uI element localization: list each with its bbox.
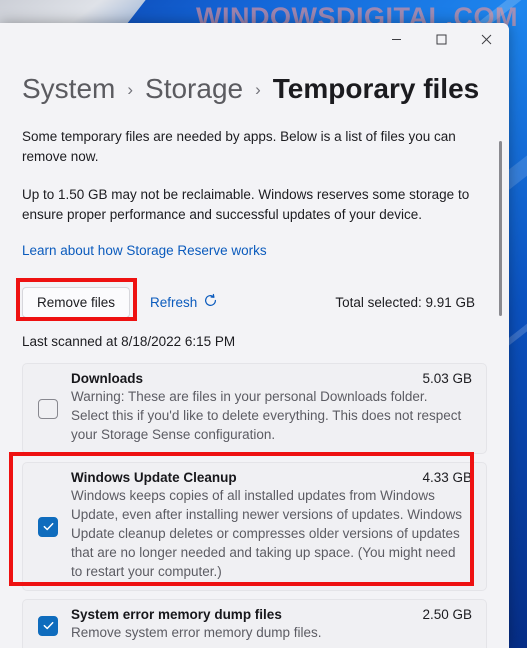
list-item-size: 4.33 GB [422, 470, 472, 485]
files-toolbar: Remove files Refresh Total selected: 9.9… [22, 286, 487, 318]
intro-paragraph-2: Up to 1.50 GB may not be reclaimable. Wi… [22, 187, 470, 222]
maximize-button[interactable] [419, 23, 464, 55]
checkbox-downloads[interactable] [38, 398, 58, 419]
close-button[interactable] [464, 23, 509, 55]
learn-about-storage-reserve-link[interactable]: Learn about how Storage Reserve works [22, 243, 267, 258]
window-titlebar [0, 23, 509, 55]
list-item-title: System error memory dump files [71, 607, 282, 622]
page-title: Temporary files [272, 73, 480, 104]
list-item-description: Remove system error memory dump files. [71, 625, 322, 640]
list-item-header: Downloads 5.03 GB [71, 371, 472, 386]
page-content: Some temporary files are needed by apps.… [0, 127, 509, 648]
list-item-size: 5.03 GB [422, 371, 472, 386]
chevron-right-icon: › [255, 80, 261, 99]
list-item-title: Downloads [71, 371, 144, 386]
last-scanned-label: Last scanned at 8/18/2022 6:15 PM [22, 334, 236, 349]
temporary-files-list: Downloads 5.03 GB Warning: These are fil… [22, 363, 487, 648]
intro-paragraph-1: Some temporary files are needed by apps.… [22, 129, 456, 164]
breadcrumb-item-system[interactable]: System [22, 73, 115, 105]
refresh-button-label: Refresh [150, 294, 198, 310]
list-item[interactable]: Windows Update Cleanup 4.33 GB Windows k… [22, 462, 487, 591]
list-item-description: Windows keeps copies of all installed up… [71, 488, 462, 579]
refresh-button[interactable]: Refresh [150, 293, 218, 311]
settings-window: System › Storage › Temporary files Some … [0, 23, 509, 648]
list-item[interactable]: System error memory dump files 2.50 GB R… [22, 599, 487, 648]
list-item-header: Windows Update Cleanup 4.33 GB [71, 470, 472, 485]
scrollbar-thumb[interactable] [499, 141, 502, 316]
desktop-wallpaper: WINDOWSDIGITAL.COM System › Storage › Te… [0, 0, 527, 648]
remove-files-button[interactable]: Remove files [22, 286, 131, 318]
list-item-title: Windows Update Cleanup [71, 470, 237, 485]
checkbox-windows-update-cleanup[interactable] [38, 516, 58, 537]
refresh-icon [203, 293, 218, 311]
total-selected-label: Total selected: 9.91 GB [335, 294, 475, 310]
list-item-size: 2.50 GB [422, 607, 472, 622]
vertical-scrollbar[interactable] [495, 141, 507, 646]
checkbox-system-error-memory-dump-files[interactable] [38, 615, 58, 636]
list-item-header: System error memory dump files 2.50 GB [71, 607, 472, 622]
chevron-right-icon: › [127, 80, 134, 99]
list-item-description: Warning: These are files in your persona… [71, 389, 462, 442]
list-item[interactable]: Downloads 5.03 GB Warning: These are fil… [22, 363, 487, 454]
breadcrumb-item-storage[interactable]: Storage [145, 73, 243, 105]
breadcrumb: System › Storage › Temporary files [0, 55, 509, 105]
minimize-button[interactable] [374, 23, 419, 55]
